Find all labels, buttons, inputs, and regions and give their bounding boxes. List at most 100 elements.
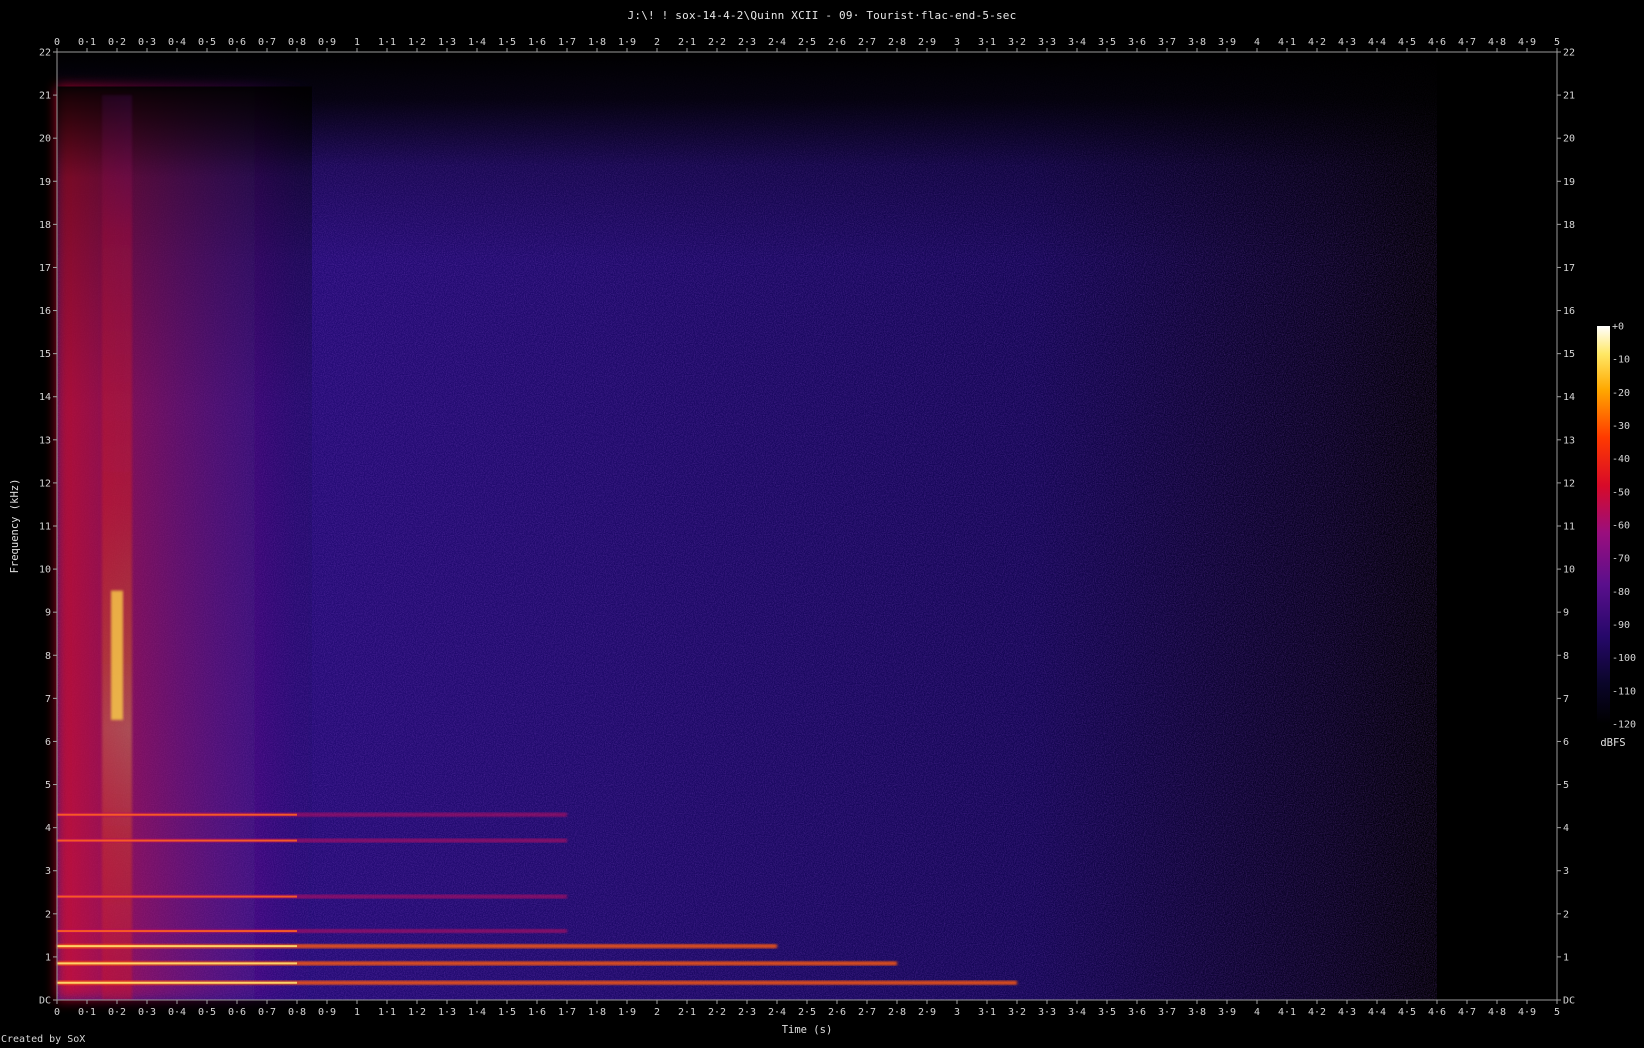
y-tick-label-right: 10 bbox=[1563, 565, 1575, 576]
burst-peak bbox=[111, 590, 123, 720]
x-tick-label-bottom: 4·6 bbox=[1428, 1007, 1446, 1018]
spectrogram-plot-area bbox=[57, 52, 1557, 1001]
y-tick-label-left: 4 bbox=[45, 823, 51, 834]
x-tick-label-top: 3 bbox=[954, 37, 960, 48]
x-tick-label-bottom: 1·7 bbox=[558, 1007, 576, 1018]
colorbar-tick-label: -120 bbox=[1612, 720, 1636, 731]
y-tick-label-right: 18 bbox=[1563, 220, 1575, 231]
x-tick-label-top: 3·9 bbox=[1218, 37, 1236, 48]
x-tick-label-bottom: 2·8 bbox=[888, 1007, 906, 1018]
x-tick-label-bottom: 4·7 bbox=[1458, 1007, 1476, 1018]
x-tick-label-bottom: 1·8 bbox=[588, 1007, 606, 1018]
y-tick-label-left: 5 bbox=[45, 780, 51, 791]
x-tick-label-top: 3·6 bbox=[1128, 37, 1146, 48]
sox-credit: Created by SoX bbox=[1, 1034, 86, 1045]
x-tick-label-top: 0·2 bbox=[108, 37, 126, 48]
x-tick-label-bottom: 3 bbox=[954, 1007, 960, 1018]
x-tick-label-bottom: 3·3 bbox=[1038, 1007, 1056, 1018]
x-tick-label-top: 4·1 bbox=[1278, 37, 1296, 48]
x-tick-label-bottom: 0·3 bbox=[138, 1007, 156, 1018]
x-tick-label-bottom: 4·1 bbox=[1278, 1007, 1296, 1018]
x-tick-label-bottom: 1·4 bbox=[468, 1007, 486, 1018]
y-tick-label-right: DC bbox=[1563, 996, 1575, 1007]
y-tick-label-right: 6 bbox=[1563, 737, 1569, 748]
x-tick-label-top: 2·3 bbox=[738, 37, 756, 48]
x-tick-label-bottom: 1·6 bbox=[528, 1007, 546, 1018]
x-tick-label-top: 1·8 bbox=[588, 37, 606, 48]
x-tick-label-bottom: 4·3 bbox=[1338, 1007, 1356, 1018]
y-tick-label-left: 9 bbox=[45, 608, 51, 619]
y-tick-label-right: 16 bbox=[1563, 306, 1575, 317]
x-tick-label-top: 0·9 bbox=[318, 37, 336, 48]
colorbar-tick-label: -60 bbox=[1612, 521, 1630, 532]
y-tick-label-left: 6 bbox=[45, 737, 51, 748]
y-tick-label-right: 2 bbox=[1563, 909, 1569, 920]
x-tick-label-bottom: 0·4 bbox=[168, 1007, 186, 1018]
x-tick-label-bottom: 0·8 bbox=[288, 1007, 306, 1018]
y-tick-label-left: 11 bbox=[39, 522, 51, 533]
colorbar-tick-label: -70 bbox=[1612, 554, 1630, 565]
x-tick-label-bottom: 3·1 bbox=[978, 1007, 996, 1018]
y-tick-label-left: 14 bbox=[39, 392, 51, 403]
x-tick-label-bottom: 0·2 bbox=[108, 1007, 126, 1018]
x-tick-label-top: 1 bbox=[354, 37, 360, 48]
x-tick-label-bottom: 2·3 bbox=[738, 1007, 756, 1018]
x-tick-label-top: 1·4 bbox=[468, 37, 486, 48]
x-tick-label-top: 0 bbox=[54, 37, 60, 48]
y-tick-label-left: 2 bbox=[45, 909, 51, 920]
y-tick-label-right: 13 bbox=[1563, 435, 1575, 446]
x-tick-label-bottom: 1 bbox=[354, 1007, 360, 1018]
x-tick-label-top: 2·6 bbox=[828, 37, 846, 48]
x-tick-label-top: 2·4 bbox=[768, 37, 786, 48]
colorbar: +0 -10 -20 -30 -40 -50 -60 -70 -80 -90 -100 -110 -12… bbox=[1597, 322, 1636, 749]
x-tick-label-bottom: 2·9 bbox=[918, 1007, 936, 1018]
x-tick-label-top: 4·9 bbox=[1518, 37, 1536, 48]
x-tick-label-top: 3·5 bbox=[1098, 37, 1116, 48]
x-tick-label-top: 4 bbox=[1254, 37, 1260, 48]
harmonic-band-core bbox=[57, 813, 297, 816]
y-tick-label-right: 14 bbox=[1563, 392, 1575, 403]
x-tick-label-bottom: 3·2 bbox=[1008, 1007, 1026, 1018]
y-tick-label-left: 12 bbox=[39, 478, 51, 489]
x-tick-label-top: 1·2 bbox=[408, 37, 426, 48]
colorbar-tick-label: -10 bbox=[1612, 355, 1630, 366]
x-tick-label-top: 0·4 bbox=[168, 37, 186, 48]
y-tick-label-right: 17 bbox=[1563, 263, 1575, 274]
x-tick-label-top: 4·8 bbox=[1488, 37, 1506, 48]
y-tick-label-right: 5 bbox=[1563, 780, 1569, 791]
x-tick-label-top: 4·5 bbox=[1398, 37, 1416, 48]
x-tick-label-top: 4·2 bbox=[1308, 37, 1326, 48]
y-tick-label-left: 19 bbox=[39, 177, 51, 188]
colorbar-tick-label: -30 bbox=[1612, 421, 1630, 432]
x-tick-label-bottom: 3·6 bbox=[1128, 1007, 1146, 1018]
colorbar-tick-label: -40 bbox=[1612, 454, 1630, 465]
y-tick-label-left: 13 bbox=[39, 435, 51, 446]
y-tick-label-right: 4 bbox=[1563, 823, 1569, 834]
x-tick-label-bottom: 4·5 bbox=[1398, 1007, 1416, 1018]
y-tick-label-left: 7 bbox=[45, 694, 51, 705]
x-tick-label-bottom: 0·5 bbox=[198, 1007, 216, 1018]
x-tick-label-top: 0·6 bbox=[228, 37, 246, 48]
x-tick-label-bottom: 4·4 bbox=[1368, 1007, 1386, 1018]
harmonic-band-core bbox=[57, 962, 297, 965]
x-axis-label: Time (s) bbox=[782, 1024, 833, 1036]
x-tick-label-top: 4·3 bbox=[1338, 37, 1356, 48]
y-tick-label-left: 1 bbox=[45, 952, 51, 963]
y-tick-label-left: 21 bbox=[39, 91, 51, 102]
x-tick-label-top: 3·7 bbox=[1158, 37, 1176, 48]
x-tick-label-bottom: 2·6 bbox=[828, 1007, 846, 1018]
x-tick-label-bottom: 0·1 bbox=[78, 1007, 96, 1018]
y-tick-label-left: 8 bbox=[45, 651, 51, 662]
x-tick-label-top: 2·2 bbox=[708, 37, 726, 48]
broadband-burst bbox=[102, 95, 132, 1000]
colorbar-tick-label: -100 bbox=[1612, 653, 1636, 664]
x-tick-label-bottom: 2·2 bbox=[708, 1007, 726, 1018]
x-tick-label-top: 2·7 bbox=[858, 37, 876, 48]
y-tick-label-right: 1 bbox=[1563, 952, 1569, 963]
x-tick-label-bottom: 5 bbox=[1554, 1007, 1560, 1018]
x-tick-label-bottom: 1·2 bbox=[408, 1007, 426, 1018]
x-tick-label-bottom: 0·7 bbox=[258, 1007, 276, 1018]
x-tick-label-top: 4·6 bbox=[1428, 37, 1446, 48]
colorbar-tick-label: -110 bbox=[1612, 686, 1636, 697]
x-tick-label-top: 3·1 bbox=[978, 37, 996, 48]
